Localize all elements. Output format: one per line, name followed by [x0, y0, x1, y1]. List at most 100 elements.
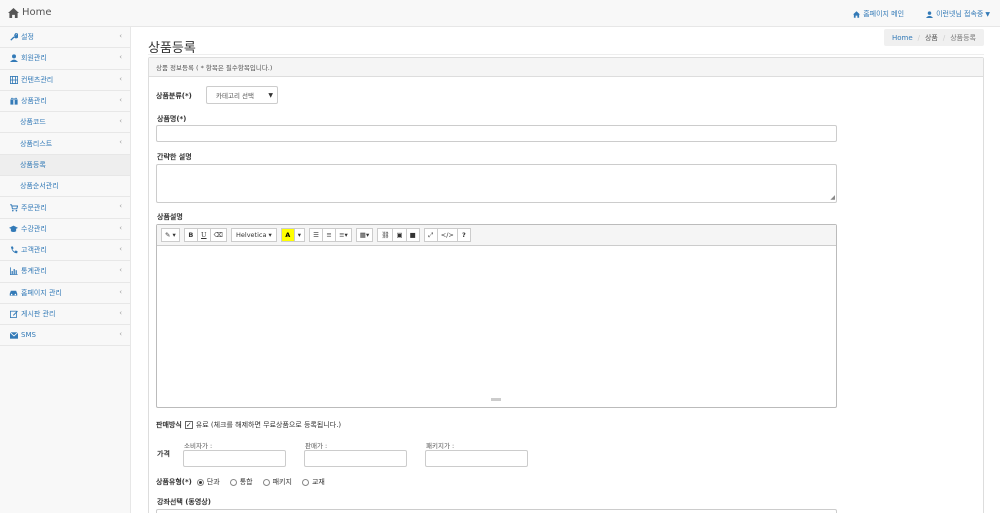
magic-wand-icon: ✎: [165, 231, 171, 239]
user-menu[interactable]: 이런넷님 접속중 ▼: [926, 9, 990, 19]
user-menu-label: 이런넷님 접속중: [936, 10, 984, 18]
home-icon: [8, 7, 19, 18]
sidebar-item-settings[interactable]: 설정 ‹: [0, 27, 130, 49]
style-dropdown-button[interactable]: ✎ ▾: [161, 228, 180, 242]
package-price-input[interactable]: [425, 450, 528, 467]
paid-checkbox[interactable]: ✓: [184, 421, 193, 429]
sidebar-item-contents[interactable]: 컨텐츠관리 ‹: [0, 70, 130, 91]
breadcrumb-current: 상품등록: [950, 33, 976, 42]
graduation-cap-icon: [9, 225, 18, 233]
chevron-left-icon: ‹: [119, 244, 122, 253]
video-icon: ■: [409, 231, 416, 239]
type-option-label: 교재: [311, 478, 325, 486]
bar-chart-icon: [9, 267, 18, 276]
code-view-button[interactable]: </>: [436, 228, 458, 242]
category-select-value: 카테고리 선택: [216, 92, 254, 100]
editor-resize-handle[interactable]: [491, 398, 501, 401]
sidebar-subitem-product-code[interactable]: 상품코드 ‹: [0, 112, 130, 134]
type-option-label: 단과: [206, 478, 220, 486]
chevron-left-icon: ‹: [119, 308, 122, 317]
sidebar-item-homepage-admin[interactable]: 홈페이지 관리 ‹: [0, 283, 130, 304]
eraser-icon: ⌫: [213, 231, 223, 239]
summary-textarea[interactable]: ◢: [156, 164, 837, 203]
expand-icon: ⤢: [428, 230, 434, 239]
chevron-left-icon: ‹: [119, 266, 122, 275]
paragraph-dropdown-button[interactable]: ≡ ▾: [335, 228, 352, 242]
table-dropdown-button[interactable]: ▦ ▾: [355, 228, 374, 242]
bold-button[interactable]: B: [183, 228, 198, 242]
sidebar-item-courses[interactable]: 수강관리 ‹: [0, 219, 130, 240]
sidebar-item-products[interactable]: 상품관리 ‹: [0, 91, 130, 113]
type-textbook-radio[interactable]: [301, 478, 309, 486]
category-select[interactable]: 카테고리 선택 ▼: [206, 86, 278, 104]
car-icon: [9, 289, 18, 297]
underline-button[interactable]: U: [196, 228, 211, 242]
help-button[interactable]: ?: [456, 228, 471, 242]
sidebar-subitem-product-list[interactable]: 상품리스트 ‹: [0, 133, 130, 155]
editor-toolbar: ✎ ▾ B U ⌫ Helvetica ▾ A ▾ ☰ ≡ ≡ ▾ ▦ ▾ ⛓ ▣ …: [157, 225, 836, 246]
homepage-main-link[interactable]: 홈페이지 메인: [853, 9, 904, 19]
sidebar-subitem-product-order[interactable]: 상품순서관리: [0, 176, 130, 198]
bullet-list-button[interactable]: ☰: [309, 228, 324, 242]
chevron-left-icon: ‹: [119, 74, 122, 83]
editor-content-area[interactable]: [157, 246, 836, 403]
sidebar-item-statistics[interactable]: 통계관리 ‹: [0, 261, 130, 283]
type-combined-radio[interactable]: [229, 478, 237, 486]
sidebar-item-sms[interactable]: SMS ‹: [0, 325, 130, 347]
sidebar-item-members[interactable]: 회원관리 ‹: [0, 48, 130, 70]
sidebar-item-label: 상품순서관리: [20, 182, 59, 191]
sidebar-item-label: 수강관리: [21, 224, 47, 233]
sidebar-item-label: SMS: [21, 331, 36, 340]
product-type-row: 상품유형(*) 단과 통합 패키지 교재: [156, 477, 335, 487]
sidebar-subitem-product-register[interactable]: 상품등록: [0, 154, 130, 177]
resize-grip-icon[interactable]: ◢: [830, 194, 835, 201]
sale-method-label: 판매방식: [156, 421, 182, 429]
product-type-label: 상품유형(*): [156, 478, 192, 486]
breadcrumb-separator: /: [942, 33, 946, 42]
panel-heading: 상품 정보등록 ( * 항목은 필수항목입니다.): [149, 58, 983, 77]
package-price-label: 패키지가 :: [426, 442, 455, 450]
chevron-left-icon: ‹: [119, 53, 122, 62]
video-button[interactable]: ■: [405, 228, 420, 242]
sidebar-item-label: 상품등록: [20, 160, 46, 169]
brand-label: Home: [22, 7, 52, 18]
font-family-dropdown[interactable]: Helvetica ▾: [231, 228, 277, 242]
highlight-label: A: [285, 231, 291, 239]
highlight-color-button[interactable]: A: [280, 228, 295, 242]
summary-label: 간략한 설명: [157, 153, 192, 161]
sidebar-item-label: 설정: [21, 33, 34, 42]
chevron-left-icon: ‹: [119, 117, 122, 126]
sale-price-label: 판매가 :: [305, 442, 328, 450]
sidebar-item-customers[interactable]: 고객관리 ‹: [0, 240, 130, 262]
picture-button[interactable]: ▣: [392, 228, 407, 242]
ordered-list-button[interactable]: ≡: [322, 228, 337, 242]
sidebar: 설정 ‹ 회원관리 ‹ 컨텐츠관리 ‹ 상품관리 ‹ 상품코드 ‹ 상품리스트 …: [0, 27, 131, 513]
product-name-input[interactable]: [156, 125, 837, 142]
chevron-left-icon: ‹: [119, 330, 122, 339]
course-select-input[interactable]: [156, 509, 837, 513]
wrench-icon: [9, 33, 18, 41]
sidebar-item-label: 주문관리: [21, 203, 47, 212]
description-label: 상품설명: [157, 213, 183, 221]
font-family-label: Helvetica: [236, 231, 267, 239]
type-package-radio[interactable]: [262, 478, 270, 486]
caret-down-icon: ▼: [985, 10, 990, 18]
list-ul-icon: ☰: [313, 231, 319, 239]
fullscreen-button[interactable]: ⤢: [423, 228, 438, 242]
breadcrumb-product-link[interactable]: 상품: [925, 33, 938, 43]
link-button[interactable]: ⛓: [377, 228, 394, 242]
consumer-price-input[interactable]: [183, 450, 286, 467]
brand-link[interactable]: Home: [8, 7, 52, 18]
clear-format-button[interactable]: ⌫: [209, 228, 227, 242]
sidebar-item-orders[interactable]: 주문관리 ‹: [0, 197, 130, 219]
breadcrumb-home-link[interactable]: Home: [892, 34, 913, 42]
sidebar-item-label: 홈페이지 관리: [21, 288, 62, 297]
sidebar-item-board-admin[interactable]: 게시판 관리 ‹: [0, 304, 130, 326]
color-dropdown-button[interactable]: ▾: [293, 228, 306, 242]
cart-icon: [9, 203, 18, 212]
type-single-radio[interactable]: [196, 478, 204, 486]
sale-price-input[interactable]: [304, 450, 407, 467]
sidebar-item-label: 상품리스트: [20, 139, 53, 148]
rich-text-editor: ✎ ▾ B U ⌫ Helvetica ▾ A ▾ ☰ ≡ ≡ ▾ ▦ ▾ ⛓ ▣ …: [156, 224, 837, 408]
sidebar-item-label: 게시판 관리: [21, 310, 56, 318]
